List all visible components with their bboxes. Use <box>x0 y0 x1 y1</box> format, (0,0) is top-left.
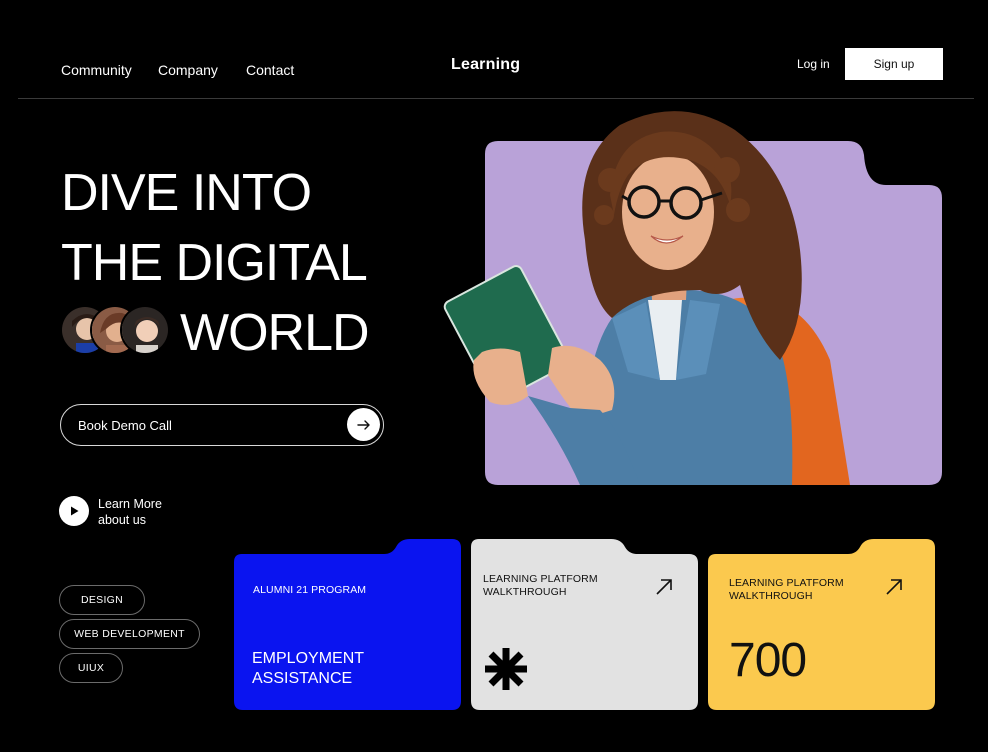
card-label: ALUMNI 21 PROGRAM <box>253 584 367 596</box>
book-demo-label: Book Demo Call <box>78 418 172 433</box>
nav-company[interactable]: Company <box>158 62 218 78</box>
tag-web-development[interactable]: WEB DEVELOPMENT <box>59 619 200 649</box>
signup-button[interactable]: Sign up <box>845 48 943 80</box>
card-stat-number: 700 <box>729 634 807 687</box>
card-label-line-1: LEARNING PLATFORM <box>729 577 844 589</box>
hero-title-line-1: DIVE INTO <box>61 164 312 222</box>
learn-more-line-2: about us <box>98 513 146 527</box>
asterisk-icon <box>485 648 527 690</box>
card-label: LEARNING PLATFORM WALKTHROUGH <box>729 577 844 603</box>
card-platform-stats[interactable]: LEARNING PLATFORM WALKTHROUGH 700 <box>708 539 935 710</box>
card-title-line-1: EMPLOYMENT <box>252 650 365 667</box>
arrow-right-icon <box>347 408 380 441</box>
learn-more-line-1: Learn More <box>98 497 162 511</box>
book-demo-button[interactable]: Book Demo Call <box>60 404 384 446</box>
arrow-up-right-icon <box>886 579 902 595</box>
play-button[interactable] <box>59 496 89 526</box>
nav-community[interactable]: Community <box>61 62 132 78</box>
header-divider <box>18 98 974 99</box>
hero-title-line-3: WORLD <box>180 304 370 362</box>
card-label-line-2: WALKTHROUGH <box>729 590 813 602</box>
card-alumni-program[interactable]: ALUMNI 21 PROGRAM EMPLOYMENT ASSISTANCE <box>234 539 462 710</box>
card-label: LEARNING PLATFORM WALKTHROUGH <box>483 573 598 599</box>
hero-title-line-2: THE DIGITAL <box>61 234 368 292</box>
learn-more-link[interactable]: Learn More about us <box>98 496 162 528</box>
tag-design[interactable]: DESIGN <box>59 585 145 615</box>
arrow-up-right-icon <box>656 579 672 595</box>
card-label-line-2: WALKTHROUGH <box>483 586 567 598</box>
play-icon <box>71 506 79 516</box>
card-title-line-2: ASSISTANCE <box>252 670 353 687</box>
card-platform-walkthrough[interactable]: LEARNING PLATFORM WALKTHROUGH <box>471 539 698 710</box>
hero-image <box>443 111 942 485</box>
tag-uiux[interactable]: UIUX <box>59 653 123 683</box>
login-link[interactable]: Log in <box>797 57 830 71</box>
avatar <box>120 305 170 355</box>
avatar-group <box>60 305 172 355</box>
card-title: EMPLOYMENT ASSISTANCE <box>252 649 364 689</box>
nav-contact[interactable]: Contact <box>246 62 294 78</box>
card-label-line-1: LEARNING PLATFORM <box>483 573 598 585</box>
brand-logo[interactable]: Learning <box>451 56 520 74</box>
